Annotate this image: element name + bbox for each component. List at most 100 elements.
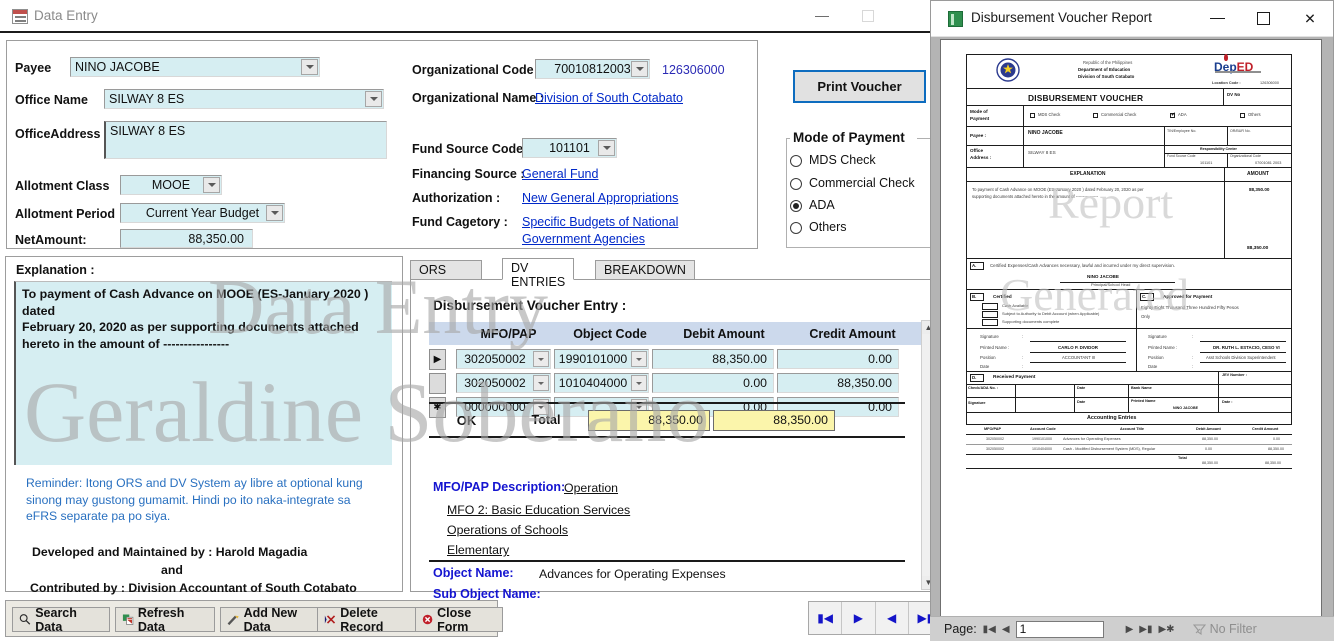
payee-value-cell — [1023, 126, 1165, 146]
close-form-button[interactable]: Close Form — [415, 606, 503, 634]
cell-mfo-pap[interactable]: 302050002 — [456, 373, 551, 393]
next-record-button[interactable]: ▶ — [842, 602, 876, 634]
org-code-value: 70010812003 — [554, 62, 631, 76]
org-code-input[interactable]: 70010812003 — [535, 59, 650, 79]
chevron-down-icon[interactable] — [266, 205, 283, 221]
chevron-down-icon[interactable] — [365, 91, 382, 107]
chevron-down-icon[interactable] — [533, 351, 549, 367]
cell-object-code[interactable]: 1990101000 — [554, 349, 649, 369]
report-maximize-button[interactable] — [1241, 1, 1287, 36]
report-amount-total: 88,350.00 — [1247, 246, 1269, 251]
chevron-down-icon[interactable] — [203, 177, 220, 193]
sig-right-label-4: Date — [1148, 364, 1158, 369]
fund-source-code-input[interactable]: 101101 — [522, 138, 617, 158]
tab-ors-entries[interactable]: ORS ENTRIES — [410, 260, 483, 291]
office-address-input[interactable]: SILWAY 8 ES — [104, 121, 387, 159]
filter-icon — [1192, 623, 1206, 635]
button-label: Refresh Data — [137, 605, 185, 634]
sig-left-label-3: Position — [980, 355, 996, 360]
refresh-data-button[interactable]: Refresh Data — [115, 605, 215, 634]
fund-category-value-line1[interactable]: Specific Budgets of National — [522, 215, 678, 229]
fund-category-value-line2[interactable]: Government Agencies — [522, 232, 645, 246]
section-b-title: Certified — [993, 294, 1012, 299]
fund-source-code-value: 101101 — [549, 141, 590, 155]
office-name-input[interactable]: SILWAY 8 ES — [104, 89, 384, 109]
section-b-letter: B. — [972, 294, 977, 299]
cell-mfo-pap[interactable]: 302050002 — [456, 349, 551, 369]
net-amount-input[interactable]: 88,350.00 — [120, 229, 253, 248]
row-selector-current-icon[interactable]: ▶ — [429, 348, 446, 370]
chevron-down-icon[interactable] — [533, 375, 549, 391]
print-voucher-button[interactable]: Print Voucher — [793, 70, 926, 103]
mfo-line-3: Operations of Schools — [447, 523, 568, 537]
screen: Data Entry Payee NINO JACOBE Office Name… — [0, 0, 1334, 641]
cell-debit-amount[interactable]: 88,350.00 — [652, 349, 774, 369]
explanation-line-1: To payment of Cash Advance on MOOE (ES-J… — [22, 287, 369, 318]
chevron-down-icon[interactable] — [631, 61, 648, 77]
allotment-period-label: Allotment Period — [15, 207, 116, 221]
report-minimize-button[interactable] — [1195, 1, 1241, 36]
cell-debit-amount[interactable]: 0.00 — [652, 373, 774, 393]
page-number-input[interactable]: 1 — [1015, 620, 1104, 638]
deped-logo: DepED — [1214, 54, 1261, 76]
first-record-button[interactable]: ▮◀ — [809, 602, 843, 634]
first-page-icon[interactable]: ▮◀ — [983, 624, 996, 635]
chevron-down-icon[interactable] — [598, 140, 615, 156]
dv-no-label: DV No — [1227, 92, 1241, 97]
office-address-value: SILWAY 8 ES — [110, 124, 186, 138]
last-page-icon[interactable]: ▶▮ — [1139, 624, 1152, 635]
report-canvas[interactable]: Republic of the Philippines Department o… — [940, 39, 1322, 633]
report-responsibility-center-label: Responsibility Center — [1200, 147, 1237, 151]
authorization-value[interactable]: New General Appropriations — [522, 191, 678, 205]
right-position: Asst Schools Division Superintendent — [1206, 355, 1276, 360]
contributor-credit: Contributed by : Division Accountant of … — [30, 581, 357, 595]
previous-record-button[interactable]: ◀ — [876, 602, 909, 634]
cell-object-code[interactable]: 1010404000 — [554, 373, 649, 393]
chevron-down-icon[interactable] — [301, 59, 318, 75]
section-a-letter: A. — [972, 263, 977, 268]
main-titlebar: Data Entry — [0, 0, 940, 33]
table-row[interactable]: 302050002 1010404000 0.00 88,350.00 — [429, 372, 921, 394]
acct-row1-debit: 88,350.00 — [1202, 437, 1218, 441]
row-selector-icon[interactable] — [429, 372, 446, 394]
previous-page-icon[interactable]: ◀ — [1002, 624, 1010, 635]
tab-dv-entries[interactable]: DV ENTRIES — [502, 258, 575, 289]
office-name-label: Office Name — [15, 93, 88, 107]
filter-status[interactable]: No Filter — [1192, 622, 1257, 636]
acct-row2-title: Cash - Modified Disbursement System (MDS… — [1063, 447, 1156, 451]
cell-credit-amount[interactable]: 0.00 — [777, 349, 899, 369]
add-new-data-button[interactable]: Add New Data — [220, 606, 332, 634]
explanation-textarea[interactable]: To payment of Cash Advance on MOOE (ES-J… — [14, 281, 392, 465]
cell-credit-amount[interactable]: 88,350.00 — [777, 373, 899, 393]
report-close-button[interactable]: ✕ — [1287, 1, 1333, 36]
delete-record-button[interactable]: Delete Record — [317, 606, 421, 634]
next-page-icon[interactable]: ▶ — [1126, 624, 1134, 635]
financing-source-value[interactable]: General Fund — [522, 167, 598, 181]
report-fund-source-code-value: 101101 — [1200, 161, 1213, 165]
dv-entry-heading: Disbursement Voucher Entry : — [433, 298, 627, 313]
allotment-class-input[interactable]: MOOE — [120, 175, 222, 195]
table-row[interactable]: ▶ 302050002 1990101000 88,350.00 0.00 — [429, 348, 921, 370]
search-data-button[interactable]: Search Data — [12, 605, 110, 634]
org-name-value[interactable]: Division of South Cotabato — [535, 91, 683, 105]
new-page-icon[interactable]: ▶✱ — [1158, 624, 1174, 635]
payee-input[interactable]: NINO JACOBE — [70, 57, 320, 77]
acct-col-credit: Credit Amount — [1252, 427, 1279, 431]
allotment-class-value: MOOE — [151, 178, 191, 192]
report-explanation-line2: supporting documents attached hereto in … — [972, 194, 1099, 199]
report-page: Republic of the Philippines Department o… — [960, 46, 1298, 516]
radio-label: ADA — [809, 198, 835, 212]
report-amount-value: 88,350.00 — [1249, 187, 1270, 192]
minimize-button[interactable] — [799, 0, 845, 31]
report-office-label-2: Address : — [970, 155, 992, 160]
maximize-button[interactable] — [845, 0, 891, 31]
signature-label-cell — [966, 397, 1016, 413]
allotment-period-input[interactable]: Current Year Budget — [120, 203, 285, 223]
section-a-position: Principal/School Head — [1091, 282, 1131, 287]
chevron-down-icon[interactable] — [631, 351, 647, 367]
button-label: Search Data — [35, 605, 77, 634]
chevron-down-icon[interactable] — [631, 375, 647, 391]
tab-breakdown[interactable]: BREAKDOWN — [595, 260, 695, 280]
ok-status-label: OK — [456, 412, 477, 428]
received-printed-name-label: Printed Name — [1131, 399, 1156, 403]
